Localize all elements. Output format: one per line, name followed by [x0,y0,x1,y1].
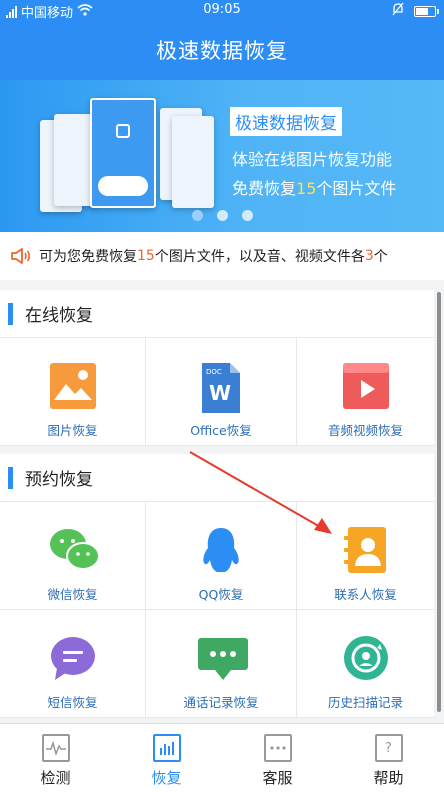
wechat-icon [49,526,100,574]
speaker-icon [10,247,32,265]
tab-recover[interactable]: 恢复 [111,724,222,792]
call-log-icon [197,634,248,682]
image-icon [49,362,97,410]
reserve-grid: 微信恢复 QQ恢复 联系人恢复 短信恢复 通话记录恢复 历史扫描记录 [0,502,434,718]
question-icon: ? [374,734,403,762]
carousel-dots[interactable] [0,210,444,221]
page-title: 极速数据恢复 [0,22,444,80]
bottom-tab-bar: 检测 恢复 客服 ? 帮助 [0,723,444,792]
image-recovery-button[interactable]: 图片恢复 [0,338,146,446]
chat-dots-icon [263,734,292,762]
free-recovery-notice: 可为您免费恢复 15 个图片文件，以及音、视频文件各 3 个 [0,232,444,280]
section-title: 在线恢复 [25,306,93,326]
carousel-dot[interactable] [216,210,228,221]
contacts-icon [342,526,390,574]
promo-banner[interactable]: 极速数据恢复 体验在线图片恢复功能 免费恢复15个图片文件 [0,80,444,232]
phones-illustration [40,98,215,212]
scan-history-button[interactable]: 历史扫描记录 [297,610,434,718]
tab-help[interactable]: ? 帮助 [333,724,444,792]
qq-recovery-button[interactable]: QQ恢复 [146,502,297,610]
office-recovery-button[interactable]: DOC W Office恢复 [146,338,297,446]
video-icon [342,362,390,410]
svg-text:DOC: DOC [206,368,222,376]
tab-service[interactable]: 客服 [222,724,333,792]
history-scan-icon [342,634,390,682]
banner-line3: 免费恢复15个图片文件 [232,179,397,198]
carousel-dot[interactable] [191,210,203,221]
clock: 09:05 [203,2,241,17]
sms-icon [49,634,97,682]
sms-recovery-button[interactable]: 短信恢复 [0,610,146,718]
section-reserve: 预约恢复 [0,454,434,502]
mute-icon [392,2,404,20]
battery-icon [414,5,439,17]
qq-penguin-icon [197,526,245,574]
scrollbar[interactable] [437,292,441,712]
contacts-recovery-button[interactable]: 联系人恢复 [297,502,434,610]
word-doc-icon: DOC W [197,362,245,413]
call-log-recovery-button[interactable]: 通话记录恢复 [146,610,297,718]
section-title: 预约恢复 [25,470,93,490]
chart-icon [152,734,181,762]
media-recovery-button[interactable]: 音频视频恢复 [297,338,434,446]
carousel-dot[interactable] [241,210,253,221]
status-bar: 中国移动 09:05 [0,0,444,22]
tab-detect[interactable]: 检测 [0,724,111,792]
pulse-icon [41,734,70,762]
svg-text:W: W [209,381,231,405]
wechat-recovery-button[interactable]: 微信恢复 [0,502,146,610]
banner-tag: 极速数据恢复 [230,107,342,136]
section-online: 在线恢复 [0,290,434,338]
banner-line2: 体验在线图片恢复功能 [232,150,393,169]
online-grid: 图片恢复 DOC W Office恢复 音频视频恢复 [0,338,434,446]
